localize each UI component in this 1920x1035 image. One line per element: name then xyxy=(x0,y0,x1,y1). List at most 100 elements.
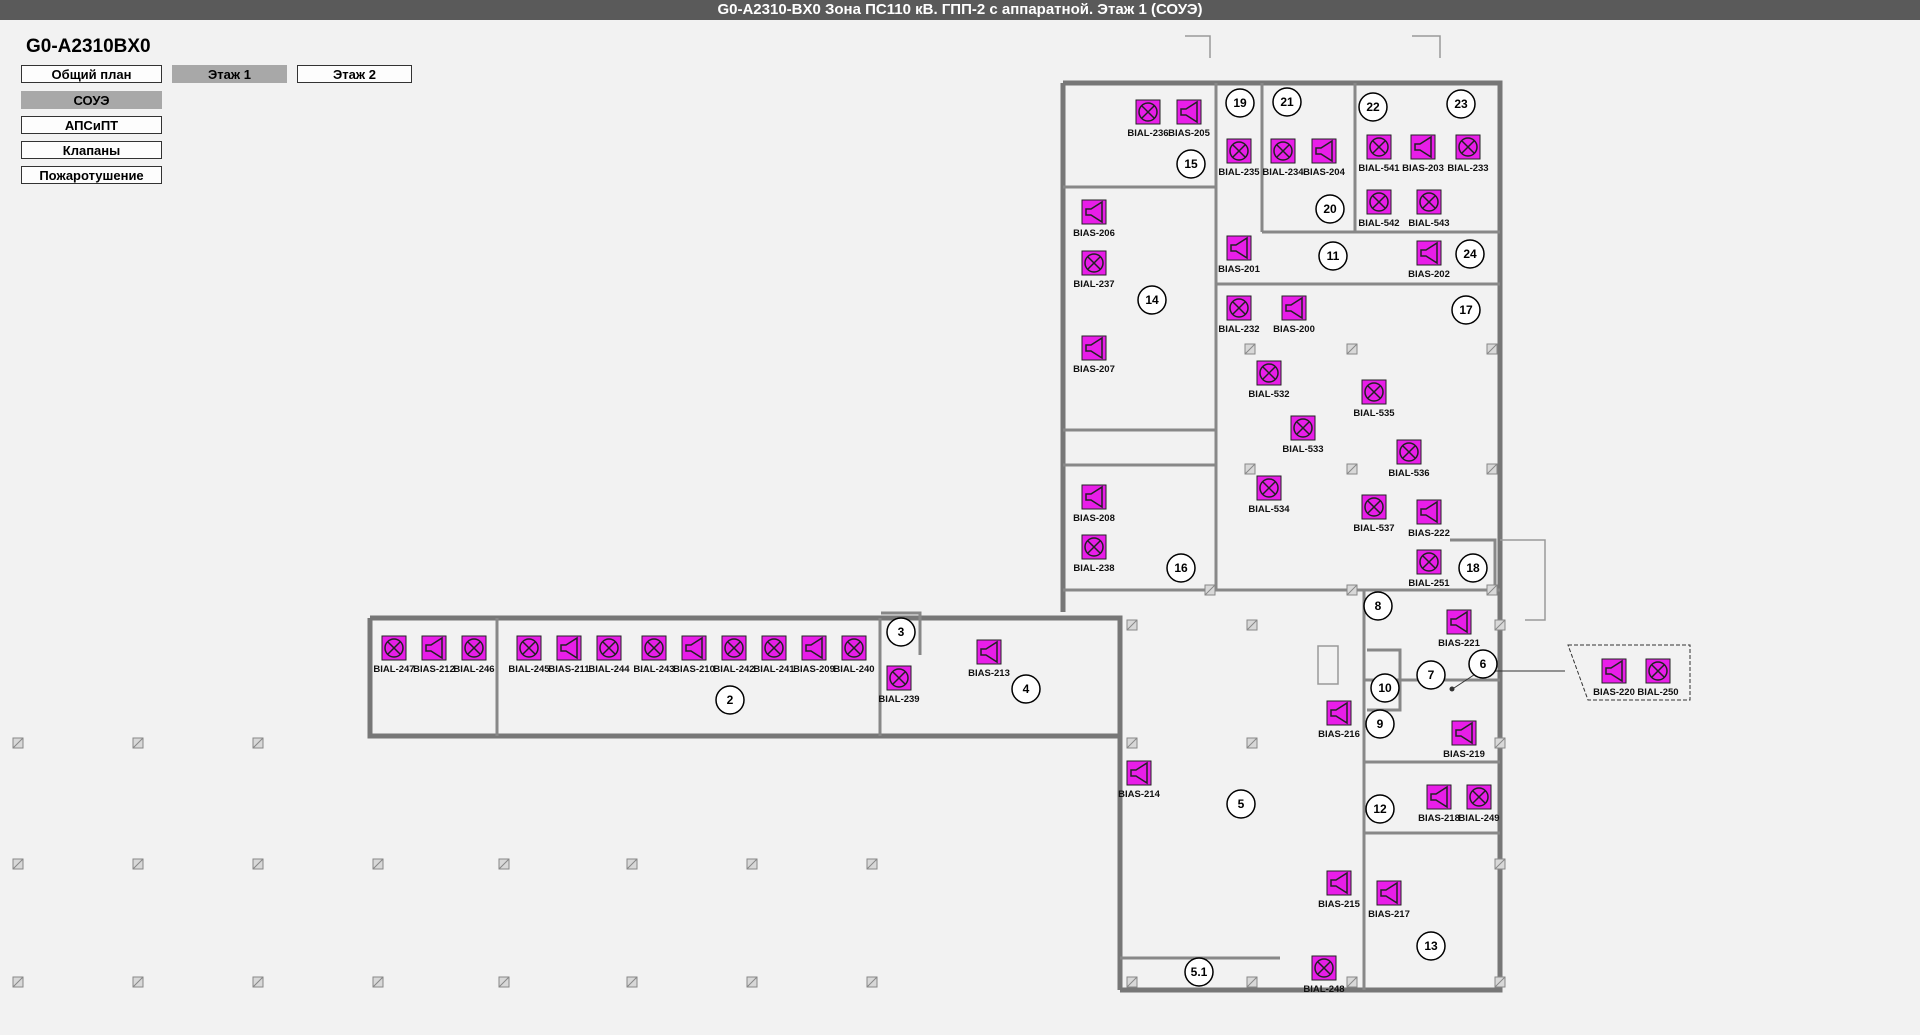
room-7: 7 xyxy=(1416,660,1446,690)
svg-text:12: 12 xyxy=(1373,802,1387,816)
device-bias-200[interactable]: BIAS-200 xyxy=(1273,295,1315,335)
device-bial-238[interactable]: BIAL-238 xyxy=(1073,534,1115,574)
device-bial-533[interactable]: BIAL-533 xyxy=(1282,415,1324,455)
room-2: 2 xyxy=(715,685,745,715)
svg-text:4: 4 xyxy=(1023,682,1030,696)
device-bial-251[interactable]: BIAL-251 xyxy=(1408,549,1450,589)
device-bias-208[interactable]: BIAS-208 xyxy=(1073,484,1115,524)
device-bial-536[interactable]: BIAL-536 xyxy=(1388,439,1430,479)
device-bial-234[interactable]: BIAL-234 xyxy=(1262,138,1304,178)
device-label: BIAL-535 xyxy=(1353,408,1395,419)
room-8: 8 xyxy=(1363,591,1393,621)
device-bial-247[interactable]: BIAL-247 xyxy=(373,635,415,675)
svg-text:16: 16 xyxy=(1174,561,1188,575)
grid-marker xyxy=(1246,737,1258,749)
device-bial-232[interactable]: BIAL-232 xyxy=(1218,295,1260,335)
device-bial-535[interactable]: BIAL-535 xyxy=(1353,379,1395,419)
grid-marker xyxy=(252,737,264,749)
svg-text:17: 17 xyxy=(1459,303,1473,317)
device-bias-213[interactable]: BIAS-213 xyxy=(968,639,1010,679)
device-bias-203[interactable]: BIAS-203 xyxy=(1402,134,1444,174)
device-bias-221[interactable]: BIAS-221 xyxy=(1438,609,1481,649)
device-bial-233[interactable]: BIAL-233 xyxy=(1447,134,1489,174)
device-label: BIAS-210 xyxy=(673,664,715,675)
device-bial-537[interactable]: BIAL-537 xyxy=(1353,494,1395,534)
device-bias-201[interactable]: BIAS-201 xyxy=(1218,235,1261,275)
device-bias-205[interactable]: BIAS-205 xyxy=(1168,99,1211,139)
device-bias-204[interactable]: BIAS-204 xyxy=(1303,138,1346,178)
grid-marker xyxy=(1346,463,1358,475)
device-bial-236[interactable]: BIAL-236 xyxy=(1127,99,1169,139)
device-bial-543[interactable]: BIAL-543 xyxy=(1408,189,1450,229)
grid-marker xyxy=(12,737,24,749)
grid-marker xyxy=(498,858,510,870)
grid-marker xyxy=(1244,343,1256,355)
device-bial-250[interactable]: BIAL-250 xyxy=(1637,658,1679,698)
device-bial-542[interactable]: BIAL-542 xyxy=(1358,189,1400,229)
grid-marker xyxy=(1494,737,1506,749)
device-bial-249[interactable]: BIAL-249 xyxy=(1458,784,1500,824)
device-label: BIAS-205 xyxy=(1168,128,1210,139)
grid-marker xyxy=(1486,343,1498,355)
device-bial-239[interactable]: BIAL-239 xyxy=(878,665,920,705)
device-bial-241[interactable]: BIAL-241 xyxy=(753,635,795,675)
device-bias-222[interactable]: BIAS-222 xyxy=(1408,499,1450,539)
svg-text:3: 3 xyxy=(898,625,905,639)
device-bias-218[interactable]: BIAS-218 xyxy=(1418,784,1460,824)
device-bial-245[interactable]: BIAL-245 xyxy=(508,635,550,675)
device-bias-210[interactable]: BIAS-210 xyxy=(673,635,715,675)
device-bial-244[interactable]: BIAL-244 xyxy=(588,635,630,675)
device-bias-211[interactable]: BIAS-211 xyxy=(548,635,590,675)
device-bias-209[interactable]: BIAS-209 xyxy=(793,635,835,675)
device-label: BIAS-217 xyxy=(1368,909,1410,920)
device-label: BIAS-203 xyxy=(1402,163,1444,174)
device-bias-212[interactable]: BIAS-212 xyxy=(413,635,455,675)
device-bias-214[interactable]: BIAS-214 xyxy=(1118,760,1161,800)
devices[interactable]: BIAL-236 BIAS-205 BIAL-235 BIAL-234 BIAS-204… xyxy=(373,99,1679,995)
device-bial-242[interactable]: BIAL-242 xyxy=(713,635,755,675)
device-label: BIAL-241 xyxy=(753,664,795,675)
device-bial-532[interactable]: BIAL-532 xyxy=(1248,360,1290,400)
device-bial-240[interactable]: BIAL-240 xyxy=(833,635,875,675)
device-bias-206[interactable]: BIAS-206 xyxy=(1073,199,1115,239)
svg-text:19: 19 xyxy=(1233,96,1247,110)
device-label: BIAL-242 xyxy=(713,664,754,675)
device-bial-237[interactable]: BIAL-237 xyxy=(1073,250,1115,290)
svg-text:18: 18 xyxy=(1466,561,1480,575)
window-title: G0-A2310-BX0 Зона ПС110 кВ. ГПП-2 с аппа… xyxy=(0,0,1920,20)
room-6: 6 xyxy=(1468,649,1498,679)
device-bial-534[interactable]: BIAL-534 xyxy=(1248,475,1290,515)
device-bial-248[interactable]: BIAL-248 xyxy=(1303,955,1345,995)
grid-marker xyxy=(498,976,510,988)
svg-text:20: 20 xyxy=(1323,202,1337,216)
device-bias-207[interactable]: BIAS-207 xyxy=(1073,335,1115,375)
grid-marker xyxy=(372,858,384,870)
device-bias-216[interactable]: BIAS-216 xyxy=(1318,700,1360,740)
device-label: BIAS-216 xyxy=(1318,729,1360,740)
device-bial-246[interactable]: BIAL-246 xyxy=(453,635,495,675)
device-bias-215[interactable]: BIAS-215 xyxy=(1318,870,1361,910)
device-label: BIAL-244 xyxy=(588,664,630,675)
device-bias-217[interactable]: BIAS-217 xyxy=(1368,880,1410,920)
device-bias-220[interactable]: BIAS-220 xyxy=(1593,658,1635,698)
device-label: BIAL-238 xyxy=(1073,563,1114,574)
room-13: 13 xyxy=(1416,931,1446,961)
device-bias-202[interactable]: BIAS-202 xyxy=(1408,240,1450,280)
svg-text:21: 21 xyxy=(1280,95,1294,109)
device-bias-219[interactable]: BIAS-219 xyxy=(1443,720,1485,760)
grid-marker xyxy=(1126,976,1138,988)
device-bial-243[interactable]: BIAL-243 xyxy=(633,635,675,675)
grid-marker xyxy=(12,858,24,870)
room-5-1: 5.1 xyxy=(1184,957,1214,987)
grid-marker xyxy=(1126,619,1138,631)
device-label: BIAL-541 xyxy=(1358,163,1400,174)
device-label: BIAL-542 xyxy=(1358,218,1399,229)
svg-text:14: 14 xyxy=(1145,293,1159,307)
device-label: BIAS-218 xyxy=(1418,813,1460,824)
device-bial-235[interactable]: BIAL-235 xyxy=(1218,138,1260,178)
grid-marker xyxy=(1494,976,1506,988)
device-bial-541[interactable]: BIAL-541 xyxy=(1358,134,1400,174)
room-18: 18 xyxy=(1458,553,1488,583)
device-label: BIAS-200 xyxy=(1273,324,1315,335)
device-label: BIAL-532 xyxy=(1248,389,1289,400)
